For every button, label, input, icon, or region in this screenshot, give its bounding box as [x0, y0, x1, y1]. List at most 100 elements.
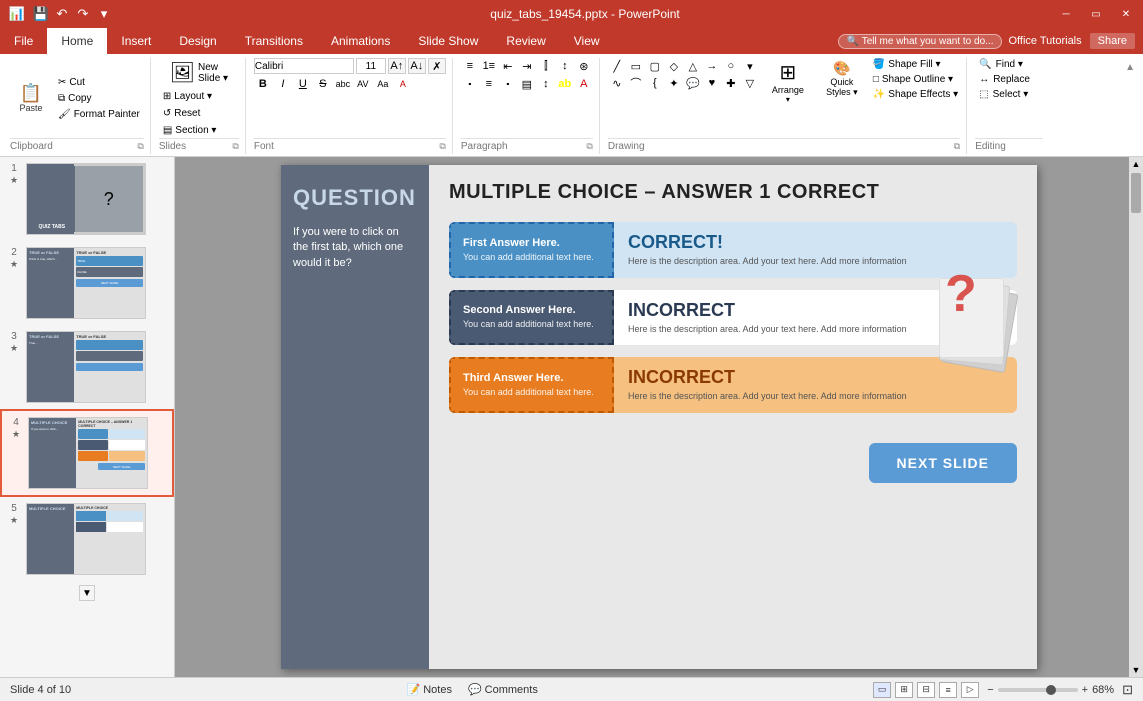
decrease-font-button[interactable]: A↓	[408, 58, 426, 74]
font-size-input[interactable]	[356, 58, 386, 74]
font-expand[interactable]: ⧉	[439, 141, 445, 152]
tab-view[interactable]: View	[560, 28, 614, 54]
paragraph-expand[interactable]: ⧉	[586, 141, 592, 152]
slides-expand[interactable]: ⧉	[232, 141, 238, 152]
scroll-down-arrow[interactable]: ▼	[1129, 663, 1143, 677]
select-button[interactable]: ⬚ Select ▾	[975, 88, 1034, 101]
tell-me-input[interactable]: 🔍 Tell me what you want to do...	[838, 34, 1003, 49]
char-spacing-button[interactable]: AV	[354, 76, 372, 92]
drawing-expand[interactable]: ⧉	[954, 141, 960, 152]
zoom-slider[interactable]	[998, 688, 1078, 692]
share-button[interactable]: Share	[1090, 33, 1135, 49]
smartart-button[interactable]: ⊛	[575, 58, 593, 74]
tab-home[interactable]: Home	[47, 28, 107, 54]
restore-button[interactable]: ▭	[1087, 6, 1105, 22]
fit-to-window-button[interactable]: ⊡	[1122, 682, 1133, 698]
shape-oval[interactable]: ○	[722, 58, 740, 74]
notes-button[interactable]: 📝 Notes	[407, 683, 452, 696]
columns-button[interactable]: ⫿	[537, 58, 555, 74]
shape-heart[interactable]: ♥	[703, 75, 721, 91]
clear-format-button[interactable]: ✗	[428, 58, 446, 74]
close-button[interactable]: ✕	[1117, 6, 1135, 22]
align-left-button[interactable]: ⬝	[461, 76, 479, 92]
shape-curved[interactable]: ∿	[608, 75, 626, 91]
shape-arc[interactable]: ⌒	[627, 75, 645, 91]
quick-styles-button[interactable]: 🎨 Quick Styles ▾	[817, 58, 867, 100]
customize-icon[interactable]: ▾	[95, 5, 113, 23]
shape-right-arrow[interactable]: →	[703, 58, 721, 74]
next-slide-button[interactable]: NEXT SLIDE	[869, 443, 1017, 483]
section-button[interactable]: ▤ Section ▾	[159, 123, 221, 138]
notes-view-button[interactable]: ≡	[939, 682, 957, 698]
numbering-button[interactable]: 1≡	[480, 58, 498, 74]
tab-insert[interactable]: Insert	[107, 28, 165, 54]
normal-view-button[interactable]: ▭	[873, 682, 891, 698]
bullets-button[interactable]: ≡	[461, 58, 479, 74]
shape-down[interactable]: ▽	[741, 75, 759, 91]
redo-icon[interactable]: ↷	[74, 5, 92, 23]
font-name-input[interactable]	[254, 58, 354, 74]
answer-row-3[interactable]: Third Answer Here. You can add additiona…	[449, 357, 1017, 413]
scroll-up-arrow[interactable]: ▲	[1129, 157, 1143, 171]
tab-transitions[interactable]: Transitions	[231, 28, 317, 54]
find-button[interactable]: 🔍 Find ▾	[975, 58, 1034, 71]
italic-button[interactable]: I	[274, 76, 292, 92]
shape-triangle[interactable]: △	[684, 58, 702, 74]
slide-thumb-3[interactable]: 3 ★ TRUE or FALSE True... TRUE or FALSE	[0, 325, 174, 409]
increase-indent-button[interactable]: ⇥	[518, 58, 536, 74]
strikethrough-button[interactable]: S	[314, 76, 332, 92]
shadow-button[interactable]: abc	[334, 76, 352, 92]
cut-button[interactable]: ✂ Cut	[54, 75, 144, 90]
shape-rect[interactable]: ▭	[627, 58, 645, 74]
center-button[interactable]: ≡	[480, 76, 498, 92]
shape-bracket[interactable]: {	[646, 75, 664, 91]
underline-button[interactable]: U	[294, 76, 312, 92]
bold-button[interactable]: B	[254, 76, 272, 92]
font-color2-button[interactable]: A	[575, 76, 593, 92]
answer-row-2[interactable]: Second Answer Here. You can add addition…	[449, 290, 1017, 346]
zoom-in-button[interactable]: +	[1082, 684, 1088, 696]
shape-fill-button[interactable]: 🪣 Shape Fill ▾	[871, 58, 960, 71]
tab-slideshow[interactable]: Slide Show	[404, 28, 492, 54]
slide-thumb-2[interactable]: 2 ★ TRUE or FALSE If this is true, which…	[0, 241, 174, 325]
increase-font-button[interactable]: A↑	[388, 58, 406, 74]
clipboard-expand[interactable]: ⧉	[137, 141, 143, 152]
minimize-button[interactable]: ─	[1057, 6, 1075, 22]
shape-more[interactable]: ▾	[741, 58, 759, 74]
change-case-button[interactable]: Aa	[374, 76, 392, 92]
scroll-down-button[interactable]: ▼	[79, 585, 95, 601]
layout-button[interactable]: ⊞ Layout ▾	[159, 89, 216, 104]
align-right-button[interactable]: ⬝	[499, 76, 517, 92]
tab-design[interactable]: Design	[165, 28, 230, 54]
tab-animations[interactable]: Animations	[317, 28, 404, 54]
collapse-ribbon-button[interactable]: ▲	[1121, 58, 1139, 154]
shape-diamond[interactable]: ◇	[665, 58, 683, 74]
comments-button[interactable]: 💬 Comments	[468, 683, 538, 696]
line-spacing-button[interactable]: ↕	[537, 76, 555, 92]
slide-thumb-1[interactable]: 1 ★ QUIZ TABS ?	[0, 157, 174, 241]
shape-effects-button[interactable]: ✨ Shape Effects ▾	[871, 88, 960, 101]
highlight-button[interactable]: ab	[556, 76, 574, 92]
justify-button[interactable]: ▤	[518, 76, 536, 92]
outline-view-button[interactable]: ⊞	[895, 682, 913, 698]
reading-view-button[interactable]: ▷	[961, 682, 979, 698]
shape-callout[interactable]: 💬	[684, 75, 702, 91]
copy-button[interactable]: ⧉ Copy	[54, 91, 144, 106]
arrange-button[interactable]: ⊞ Arrange ▾	[763, 58, 813, 106]
paste-button[interactable]: 📋 Paste	[10, 82, 52, 115]
slide-thumb-4[interactable]: 4 ★ MULTIPLE CHOICE If you were to click…	[0, 409, 174, 497]
scroll-thumb[interactable]	[1131, 173, 1141, 213]
zoom-thumb[interactable]	[1046, 685, 1056, 695]
decrease-indent-button[interactable]: ⇤	[499, 58, 517, 74]
tab-review[interactable]: Review	[492, 28, 559, 54]
undo-icon[interactable]: ↶	[53, 5, 71, 23]
shape-line[interactable]: ╱	[608, 58, 626, 74]
vertical-scrollbar[interactable]: ▲ ▼	[1129, 157, 1143, 677]
replace-button[interactable]: ↔ Replace	[975, 73, 1034, 86]
tab-file[interactable]: File	[0, 28, 47, 54]
shape-round-rect[interactable]: ▢	[646, 58, 664, 74]
shape-cross[interactable]: ✚	[722, 75, 740, 91]
office-account[interactable]: Office Tutorials	[1008, 35, 1081, 47]
zoom-out-button[interactable]: −	[987, 684, 993, 696]
shape-star[interactable]: ✦	[665, 75, 683, 91]
